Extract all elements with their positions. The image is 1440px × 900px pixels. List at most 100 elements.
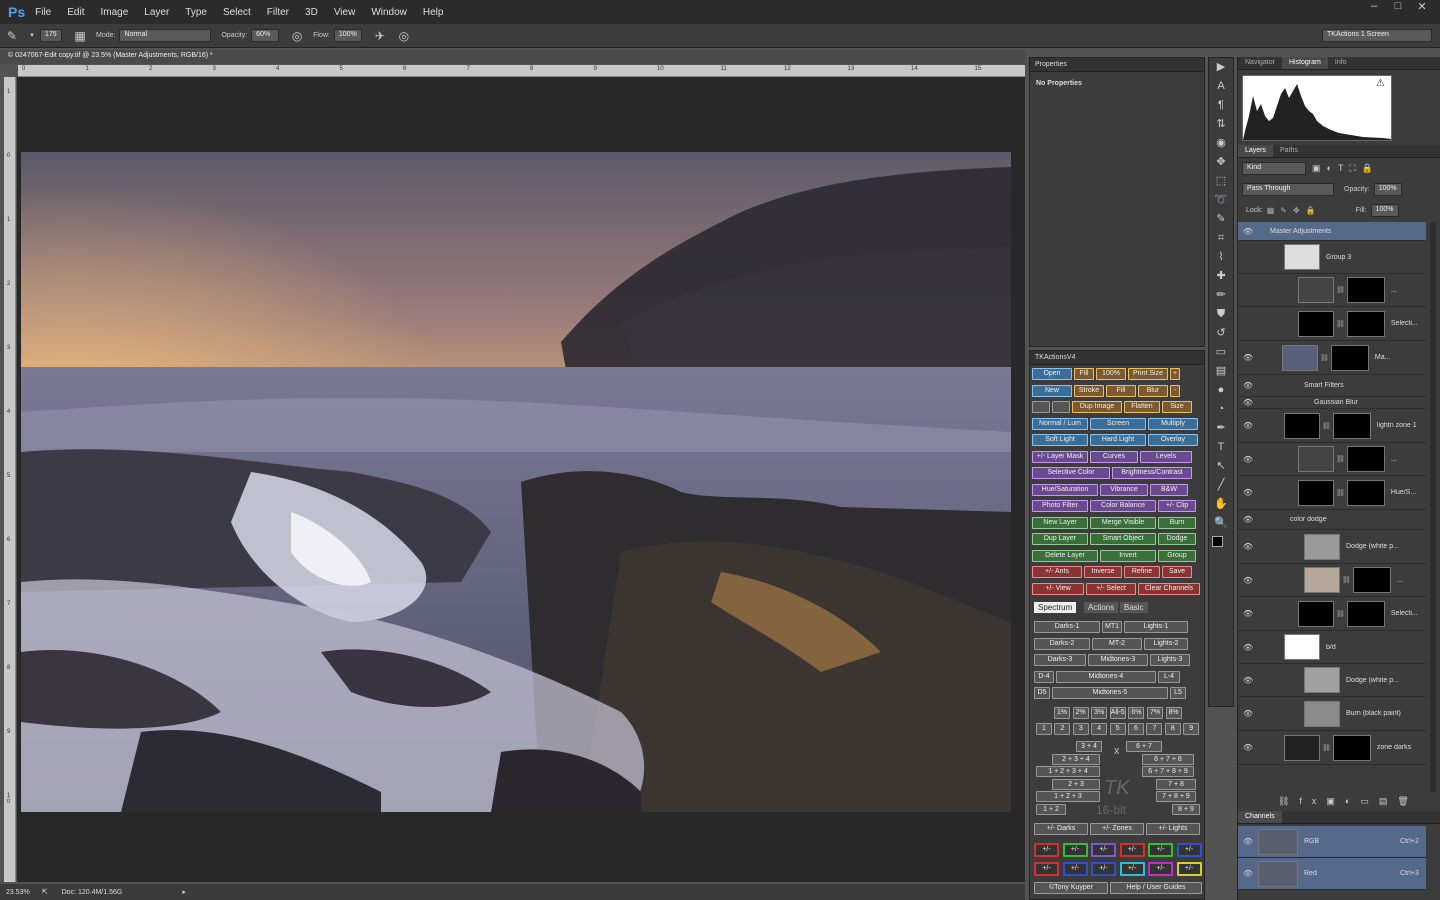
layer-row[interactable]: 👁 ⛓ Hue/S... (1238, 476, 1426, 510)
pct-button[interactable]: 3% (1091, 707, 1108, 719)
number-button[interactable]: 5 (1109, 723, 1126, 735)
crop-icon[interactable]: ⌗ (1209, 229, 1233, 248)
layer-row[interactable]: 👁 ⛓ lightn zone 1 (1238, 409, 1426, 443)
combo-left-button[interactable]: 2 + 3 (1052, 778, 1100, 790)
layer-row[interactable]: 👁 b/d (1238, 631, 1426, 664)
number-button[interactable]: 8 (1164, 723, 1181, 735)
layer-opacity-input[interactable]: 100% (1373, 183, 1402, 196)
airbrush-icon[interactable]: ✈ (372, 28, 388, 44)
zone-button[interactable]: D5 (1034, 687, 1050, 699)
layer-mask-thumbnail[interactable] (1330, 344, 1369, 371)
type-icon[interactable]: T (1209, 438, 1233, 457)
plusminus-button[interactable]: +/- (1091, 862, 1116, 876)
layer-thumbnail[interactable] (1284, 734, 1320, 761)
layer-row[interactable]: 👁 ⛓... (1238, 564, 1426, 597)
flow-input[interactable]: 100% (333, 29, 362, 42)
blur-icon[interactable]: ● (1209, 381, 1233, 400)
tka-button[interactable]: Curves (1090, 450, 1138, 463)
tka-button[interactable]: Clear Channels (1138, 582, 1200, 595)
zoom-level[interactable]: 23.53% (6, 889, 30, 896)
zone-toggle-button[interactable]: +/- Darks (1034, 823, 1088, 835)
adjust-icon[interactable]: ⇅ (1209, 115, 1233, 134)
combo-left-button[interactable]: 1 + 2 (1036, 803, 1066, 815)
tka-button[interactable]: Vibrance (1100, 483, 1148, 496)
quick-select-icon[interactable]: ✎ (1209, 210, 1233, 229)
number-button[interactable]: 4 (1091, 723, 1108, 735)
zone-toggle-button[interactable]: +/- Lights (1146, 823, 1200, 835)
zone-button[interactable]: Darks-3 (1034, 654, 1086, 666)
combo-left-button[interactable]: 3 + 4 (1076, 741, 1102, 752)
layer-row[interactable]: 👁 ⛓... (1238, 443, 1426, 476)
tka-button[interactable]: Levels (1140, 450, 1192, 463)
zone-button[interactable]: MT-2 (1092, 637, 1142, 650)
tka-button[interactable]: + (1170, 368, 1180, 380)
layer-thumbnail[interactable] (1298, 600, 1334, 627)
tka-button[interactable]: Refine (1124, 566, 1160, 578)
menu-select[interactable]: Select (223, 7, 251, 18)
number-button[interactable]: 1 (1036, 723, 1052, 735)
layer-row[interactable]: ⛓... (1238, 274, 1426, 307)
combo-left-button[interactable]: 1 + 2 + 3 + 4 (1036, 766, 1100, 777)
combo-right-button[interactable]: 7 + 8 + 9 (1156, 791, 1196, 802)
foreground-swatch[interactable] (1212, 536, 1223, 547)
tka-button[interactable]: Flatten (1124, 401, 1160, 413)
layer-thumbnail[interactable] (1282, 344, 1318, 371)
tab-info[interactable]: Info (1328, 57, 1354, 69)
tka-button[interactable]: Normal / Lum (1032, 417, 1088, 430)
tka-button[interactable]: +/- View (1032, 582, 1084, 595)
pct-button[interactable]: 6% (1128, 707, 1145, 719)
plusminus-button[interactable]: +/- (1062, 843, 1088, 857)
layer-thumbnail[interactable] (1284, 412, 1320, 439)
menu-3d[interactable]: 3D (305, 7, 318, 18)
layer-row[interactable]: 👁 Burn (black paint) (1238, 697, 1426, 731)
pct-button[interactable]: 8% (1165, 707, 1182, 719)
visibility-eye-icon[interactable]: 👁 (1238, 353, 1258, 362)
filter-icons[interactable]: ▣◐T⛶🔒 (1312, 163, 1379, 174)
paragraph-icon[interactable]: ¶ (1209, 96, 1233, 115)
pen-icon[interactable]: ✒ (1209, 419, 1233, 438)
plusminus-button[interactable]: +/- (1176, 843, 1202, 857)
tka-button[interactable]: Dup Image (1072, 401, 1122, 413)
eraser-icon[interactable]: ▭ (1209, 343, 1233, 362)
menu-window[interactable]: Window (371, 7, 407, 18)
channel-row[interactable]: 👁 RGB Ctrl+2 (1238, 826, 1426, 858)
tka-button[interactable]: Smart Object (1090, 533, 1156, 545)
layer-mask-thumbnail[interactable] (1352, 567, 1391, 593)
tka-button[interactable]: 100% (1096, 368, 1126, 380)
lasso-icon[interactable]: ➰ (1209, 191, 1233, 210)
layer-thumbnail[interactable] (1298, 479, 1334, 506)
pressure-opacity-icon[interactable]: ◎ (289, 28, 305, 44)
zone-button[interactable]: Darks-1 (1034, 621, 1100, 633)
play-icon[interactable]: ▶ (1209, 58, 1233, 77)
tka-button[interactable]: Size (1162, 401, 1192, 413)
layer-row[interactable]: 👁 Smart Filters (1238, 375, 1426, 397)
pct-button[interactable]: 1% (1054, 707, 1070, 719)
layer-thumbnail[interactable] (1298, 446, 1334, 472)
minimize-button[interactable]: – (1362, 0, 1386, 14)
tka-tab-actions[interactable]: Actions (1084, 602, 1119, 613)
tka-button[interactable]: Merge Visible (1090, 516, 1156, 529)
close-button[interactable]: ✕ (1410, 0, 1434, 14)
dropdown-icon[interactable]: ▾ (28, 28, 36, 44)
menu-edit[interactable]: Edit (67, 7, 84, 18)
color-swatches[interactable] (1209, 533, 1233, 555)
combo-left-button[interactable]: 1 + 2 + 3 (1036, 791, 1100, 802)
layer-row[interactable]: 👁 Dodge (white p... (1238, 530, 1426, 564)
layer-mask-thumbnail[interactable] (1332, 412, 1371, 439)
tka-button[interactable]: Invert (1100, 549, 1156, 562)
gradient-icon[interactable]: ▤ (1209, 362, 1233, 381)
brush-icon[interactable]: ✏ (1209, 286, 1233, 305)
zone-button[interactable]: Midtones-4 (1056, 670, 1156, 683)
visibility-eye-icon[interactable]: 👁 (1238, 676, 1258, 685)
visibility-eye-icon[interactable]: 👁 (1238, 542, 1258, 551)
combo-right-button[interactable]: 7 + 8 (1156, 778, 1196, 790)
tab-channels[interactable]: Channels (1238, 811, 1282, 823)
tka-button[interactable]: Save (1162, 566, 1192, 578)
combo-right-button[interactable]: 6 + 7 + 8 (1142, 753, 1194, 765)
channel-row[interactable]: 👁 Red Ctrl+3 (1238, 858, 1426, 890)
layer-mask-thumbnail[interactable] (1346, 600, 1385, 627)
visibility-eye-icon[interactable]: 👁 (1238, 837, 1258, 846)
tka-button[interactable]: Stroke (1074, 384, 1104, 397)
layer-mask-thumbnail[interactable] (1346, 479, 1385, 506)
tka-button[interactable]: - (1170, 384, 1180, 397)
